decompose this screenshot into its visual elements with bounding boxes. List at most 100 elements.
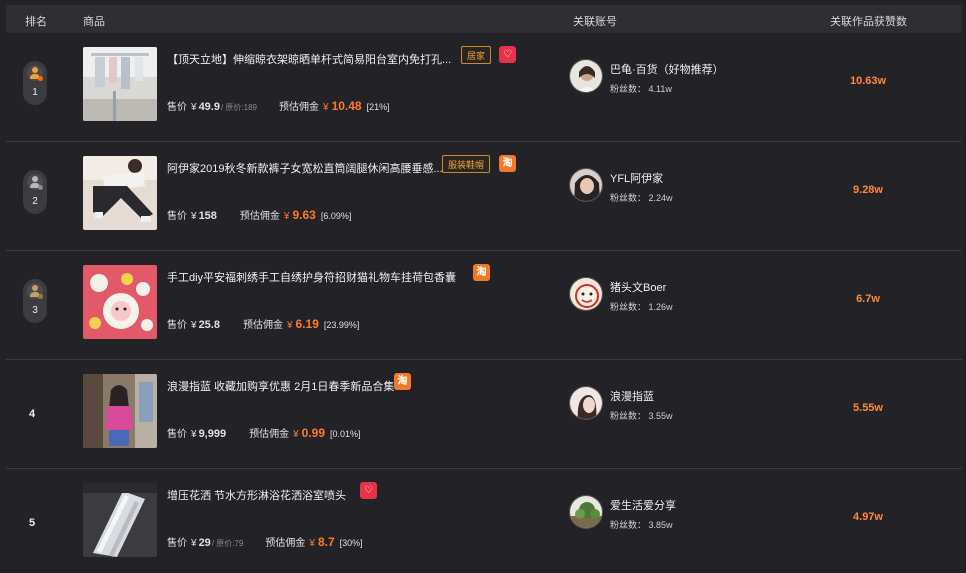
- price-line: 售价 ¥158 预估佣金 ¥9.63 [6.09%]: [167, 207, 351, 222]
- rank-cell: 2: [6, 142, 64, 250]
- column-header-likes[interactable]: 关联作品获赞数: [830, 13, 907, 29]
- account-avatar[interactable]: [569, 168, 603, 202]
- commission-label: 预估佣金: [242, 320, 283, 331]
- product-thumbnail[interactable]: [83, 374, 157, 448]
- price-label: 售价: [167, 538, 187, 549]
- column-header-product: 商品: [83, 16, 105, 28]
- account-fans: 粉丝数： 4.11w: [610, 84, 672, 94]
- rank-cell: 1: [6, 33, 64, 141]
- product-title[interactable]: 手工diy平安福刺绣手工自绣护身符招财猫礼物车挂荷包香囊...: [167, 269, 457, 285]
- commission-value: 10.48: [331, 99, 362, 113]
- commission-percent: [30%]: [339, 538, 363, 548]
- commission-currency: ¥: [283, 211, 290, 222]
- taobao-icon[interactable]: 淘: [499, 155, 516, 172]
- category-tag: 居家: [461, 46, 492, 64]
- price-label: 售价: [167, 320, 187, 331]
- product-thumbnail[interactable]: [83, 47, 157, 121]
- product-thumbnail[interactable]: [83, 156, 157, 230]
- account-fans: 粉丝数： 3.85w: [610, 520, 673, 530]
- price-value: 25.8: [198, 319, 220, 331]
- price-value: 49.9: [198, 101, 220, 113]
- price-label: 售价: [167, 429, 187, 440]
- rank-number: 1: [32, 87, 38, 98]
- tmall-icon[interactable]: ♡: [499, 46, 516, 63]
- currency-symbol: ¥: [191, 429, 197, 440]
- tmall-icon[interactable]: ♡: [360, 482, 377, 499]
- gold-medal-icon: [27, 65, 43, 81]
- table-row[interactable]: 3 手工diy平安福刺绣手工自绣护身符招财猫礼物车挂荷包香囊... 淘 售价 ¥2…: [6, 251, 962, 360]
- price-value: 29: [198, 537, 211, 549]
- account-name[interactable]: YFL阿伊家: [610, 170, 663, 186]
- currency-symbol: ¥: [191, 538, 197, 549]
- original-price: / 原价:79: [211, 539, 244, 548]
- price-value: 9,999: [198, 428, 227, 440]
- bronze-medal-icon: [27, 283, 43, 299]
- currency-symbol: ¥: [191, 211, 197, 222]
- table-header: 排名 商品 关联账号 关联作品获赞数: [6, 5, 962, 33]
- account-name[interactable]: 浪漫指蓝: [610, 388, 654, 404]
- table-row[interactable]: 1 【顶天立地】伸缩晾衣架晾晒单杆式简易阳台室内免打孔... 居家 ♡ 售价 ¥4…: [6, 33, 962, 142]
- original-price: / 原价:189: [220, 103, 257, 112]
- rank-cell: 3: [6, 251, 64, 359]
- table-row[interactable]: 5 增压花洒 节水方形淋浴花洒浴室喷头 ♡ 售价 ¥29/ 原价:79 预估佣金 ¥8…: [6, 469, 962, 573]
- product-title[interactable]: 浪漫指蓝 收藏加购享优惠 2月1日春季新品合集: [167, 378, 394, 394]
- category-tag: 服装鞋帽: [442, 155, 491, 173]
- rank-number: 4: [29, 408, 36, 420]
- commission-value: 9.63: [292, 208, 316, 222]
- account-fans: 粉丝数： 2.24w: [610, 193, 673, 203]
- commission-percent: [6.09%]: [320, 211, 352, 221]
- product-title[interactable]: 【顶天立地】伸缩晾衣架晾晒单杆式简易阳台室内免打孔...: [167, 51, 451, 67]
- account-fans: 粉丝数： 3.55w: [610, 411, 673, 421]
- table-row[interactable]: 4 浪漫指蓝 收藏加购享优惠 2月1日春季新品合集 淘 售价 ¥9,999 预估佣金…: [6, 360, 962, 469]
- rank-number: 5: [29, 517, 36, 529]
- account-name[interactable]: 猪头文Boer: [610, 279, 666, 295]
- likes-count: 5.55w: [853, 402, 883, 414]
- rank-cell: 5: [6, 469, 64, 573]
- commission-percent: [0.01%]: [330, 429, 361, 439]
- rank-cell: 4: [6, 360, 64, 468]
- product-title[interactable]: 阿伊家2019秋冬新款裤子女宽松直筒阔腿休闲高腰垂感...: [167, 160, 443, 176]
- account-fans: 粉丝数： 1.26w: [610, 302, 673, 312]
- account-name[interactable]: 爱生活爱分享: [610, 497, 676, 513]
- price-line: 售价 ¥25.8 预估佣金 ¥6.19 [23.99%]: [167, 316, 359, 331]
- account-name[interactable]: 巴龟·百货（好物推荐）: [610, 61, 724, 77]
- product-thumbnail[interactable]: [83, 483, 157, 557]
- commission-value: 8.7: [317, 535, 335, 549]
- rank-number: 2: [32, 196, 38, 207]
- commission-label: 预估佣金: [265, 538, 306, 549]
- commission-currency: ¥: [286, 320, 293, 331]
- account-avatar[interactable]: [569, 386, 603, 420]
- price-line: 售价 ¥9,999 预估佣金 ¥0.99 [0.01%]: [167, 425, 361, 440]
- commission-currency: ¥: [309, 538, 315, 549]
- commission-currency: ¥: [293, 429, 299, 440]
- currency-symbol: ¥: [191, 102, 197, 113]
- commission-value: 0.99: [301, 426, 326, 440]
- column-header-account: 关联账号: [573, 16, 617, 28]
- commission-label: 预估佣金: [239, 211, 280, 222]
- price-line: 售价 ¥29/ 原价:79 预估佣金 ¥8.7 [30%]: [167, 534, 363, 549]
- currency-symbol: ¥: [191, 320, 197, 331]
- account-avatar[interactable]: [569, 495, 603, 529]
- price-line: 售价 ¥49.9/ 原价:189 预估佣金 ¥10.48 [21%]: [167, 98, 390, 113]
- price-label: 售价: [167, 211, 187, 222]
- account-avatar[interactable]: [569, 59, 603, 93]
- rank-number: 3: [32, 305, 38, 316]
- rank-badge: 1: [23, 61, 47, 105]
- rank-badge: 3: [23, 279, 47, 323]
- product-thumbnail[interactable]: [83, 265, 157, 339]
- price-value: 158: [198, 210, 217, 222]
- commission-label: 预估佣金: [279, 102, 319, 113]
- likes-count: 4.97w: [853, 511, 883, 523]
- likes-count: 6.7w: [856, 293, 880, 305]
- account-avatar[interactable]: [569, 277, 603, 311]
- commission-label: 预估佣金: [249, 429, 290, 440]
- taobao-icon[interactable]: 淘: [473, 264, 490, 281]
- table-row[interactable]: 2 阿伊家2019秋冬新款裤子女宽松直筒阔腿休闲高腰垂感... 服装鞋帽 淘 售…: [6, 142, 962, 251]
- taobao-icon[interactable]: 淘: [394, 373, 411, 390]
- product-title[interactable]: 增压花洒 节水方形淋浴花洒浴室喷头: [167, 487, 346, 503]
- commission-percent: [23.99%]: [323, 320, 360, 330]
- commission-percent: [21%]: [366, 102, 390, 112]
- commission-currency: ¥: [323, 102, 329, 113]
- likes-count: 10.63w: [849, 75, 887, 87]
- likes-count: 9.28w: [853, 184, 883, 196]
